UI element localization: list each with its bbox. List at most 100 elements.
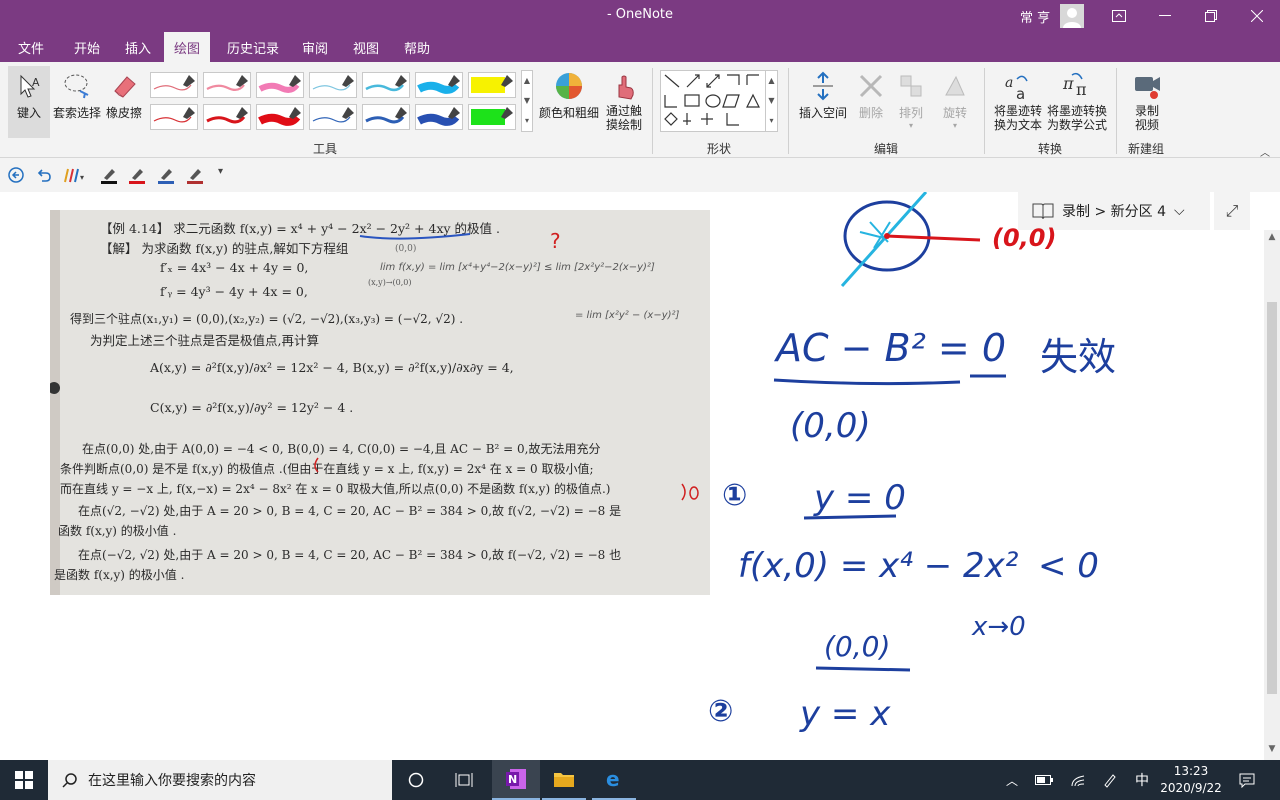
show-hidden-icons[interactable]: ︿ bbox=[1000, 760, 1024, 800]
ink-underline bbox=[815, 666, 911, 672]
ribbon-separator bbox=[788, 68, 789, 154]
start-button[interactable] bbox=[0, 760, 48, 800]
edit-group-label: 编辑 bbox=[874, 142, 899, 156]
file-explorer-icon[interactable] bbox=[542, 760, 586, 800]
pen-gallery-scroll[interactable]: ▲ ▼ ▾ bbox=[521, 70, 533, 132]
pens-dropdown-icon[interactable]: ▾ bbox=[62, 166, 86, 188]
delete-button[interactable]: 删除 bbox=[854, 70, 888, 121]
svg-text:▾: ▾ bbox=[80, 173, 84, 182]
type-button[interactable]: A 键入 bbox=[8, 66, 50, 138]
ink-underline bbox=[773, 374, 1006, 386]
shapes-group-label: 形状 bbox=[707, 142, 732, 156]
tab-history[interactable]: 历史记录 bbox=[225, 38, 281, 57]
video-camera-icon bbox=[1131, 70, 1163, 102]
tab-draw[interactable]: 绘图 bbox=[164, 32, 211, 62]
edge-browser-icon[interactable]: e bbox=[592, 760, 636, 800]
tab-help[interactable]: 帮助 bbox=[402, 38, 432, 57]
ink-to-text-icon: aa bbox=[1002, 70, 1034, 102]
tab-insert[interactable]: 插入 bbox=[123, 38, 153, 57]
pen-yellow-highlighter[interactable] bbox=[468, 72, 516, 98]
scroll-thumb[interactable] bbox=[1267, 302, 1277, 694]
pen-pink-thin[interactable] bbox=[150, 72, 198, 98]
tab-home[interactable]: 开始 bbox=[72, 38, 102, 57]
scroll-up-icon[interactable]: ▲ bbox=[1264, 232, 1280, 246]
touch-draw-button[interactable]: 通过触 摸绘制 bbox=[602, 70, 646, 132]
pen-red-thin[interactable] bbox=[150, 104, 198, 130]
shapes-gallery[interactable]: ▲ ▼ ▾ bbox=[660, 70, 778, 132]
chevron-down-icon[interactable]: ⌵ bbox=[1174, 203, 1185, 219]
vertical-scrollbar[interactable]: ▲ ▼ bbox=[1264, 230, 1280, 760]
pen-red-medium[interactable] bbox=[203, 104, 251, 130]
arrange-button[interactable]: 排列 ▾ bbox=[894, 70, 928, 130]
pen-pink-medium[interactable] bbox=[203, 72, 251, 98]
shapes-scroll[interactable]: ▲ ▼ ▾ bbox=[765, 71, 777, 131]
taskbar: 在这里输入你要搜索的内容 N e ︿ 中 13:23 2020/9/22 bbox=[0, 760, 1280, 800]
scan-annotations: ? bbox=[50, 229, 699, 501]
arrange-icon bbox=[895, 70, 927, 102]
network-icon[interactable] bbox=[1064, 760, 1092, 800]
ribbon-display-icon[interactable] bbox=[1096, 0, 1142, 32]
ime-indicator[interactable]: 中 bbox=[1128, 760, 1156, 800]
ink-limit: x→0 bbox=[972, 612, 1026, 642]
notifications-icon[interactable] bbox=[1232, 760, 1262, 800]
ink-fails: 失效 bbox=[1040, 335, 1117, 379]
shapes-icon bbox=[664, 74, 760, 126]
ink-step-1: ① bbox=[722, 478, 748, 513]
back-icon[interactable] bbox=[8, 167, 24, 187]
ink-to-math-button[interactable]: ππ 将墨迹转换 为数学公式 bbox=[1046, 70, 1108, 132]
pen-workspace-icon[interactable] bbox=[1096, 760, 1124, 800]
user-name[interactable]: 常 亨 bbox=[1020, 7, 1050, 26]
pen-blue-icon[interactable] bbox=[157, 166, 175, 188]
task-view-icon[interactable] bbox=[446, 760, 482, 800]
pen-icon bbox=[153, 75, 195, 91]
restore-icon[interactable] bbox=[1188, 0, 1234, 32]
taskbar-search[interactable]: 在这里输入你要搜索的内容 bbox=[48, 760, 392, 800]
battery-icon[interactable] bbox=[1030, 760, 1058, 800]
collapse-ribbon-icon[interactable]: ︿ bbox=[1260, 144, 1270, 159]
ink-condition: AC − B² = 0 bbox=[776, 326, 1007, 370]
record-video-button[interactable]: 录制 视频 bbox=[1124, 70, 1170, 132]
scroll-down-icon[interactable]: ▼ bbox=[1264, 744, 1280, 758]
pen-black-icon[interactable] bbox=[100, 166, 118, 188]
tab-file[interactable]: 文件 bbox=[16, 38, 46, 57]
scanned-textbook-image[interactable]: 【例 4.14】 求二元函数 f(x,y) = x⁴ + y⁴ − 2x² − … bbox=[50, 210, 710, 595]
pen-icon bbox=[258, 75, 301, 93]
ink-less-zero: < 0 bbox=[1038, 546, 1099, 586]
pen-green-highlighter[interactable] bbox=[468, 104, 516, 130]
tab-review[interactable]: 审阅 bbox=[300, 38, 330, 57]
onenote-taskbar-icon[interactable]: N bbox=[492, 760, 540, 800]
svg-text:π: π bbox=[1062, 74, 1074, 93]
expand-icon[interactable]: ⤢ bbox=[1214, 192, 1250, 230]
color-thickness-button[interactable]: 颜色和粗细 bbox=[538, 70, 600, 121]
highlighter-icon bbox=[471, 107, 513, 125]
pen-red-icon[interactable] bbox=[128, 166, 146, 188]
insert-space-button[interactable]: 插入空间 bbox=[796, 70, 850, 121]
avatar[interactable] bbox=[1060, 4, 1084, 28]
lasso-select-button[interactable]: 套索选择 bbox=[52, 70, 102, 121]
pen-blue-thick[interactable] bbox=[415, 104, 463, 130]
customize-qat-icon[interactable]: ▾ bbox=[218, 166, 223, 177]
pen-cyan-thick[interactable] bbox=[415, 72, 463, 98]
ink-to-text-button[interactable]: aa 将墨迹转 换为文本 bbox=[990, 70, 1046, 132]
ink-function: f(x,0) = x⁴ − 2x² bbox=[738, 546, 1019, 586]
eraser-button[interactable]: 橡皮擦 bbox=[104, 70, 144, 121]
clock[interactable]: 13:23 2020/9/22 bbox=[1158, 763, 1224, 797]
delete-x-icon bbox=[855, 70, 887, 102]
pen-blue-thin[interactable] bbox=[309, 104, 357, 130]
pen-red-thick[interactable] bbox=[256, 104, 304, 130]
touch-hand-icon bbox=[608, 70, 640, 102]
highlighter-icon bbox=[471, 75, 513, 93]
close-icon[interactable] bbox=[1234, 0, 1280, 32]
minimize-icon[interactable] bbox=[1142, 0, 1188, 32]
tab-view[interactable]: 视图 bbox=[351, 38, 381, 57]
pen-lightblue-medium[interactable] bbox=[362, 72, 410, 98]
undo-icon[interactable] bbox=[36, 167, 52, 187]
cortana-icon[interactable] bbox=[398, 760, 434, 800]
rotate-button[interactable]: 旋转 ▾ bbox=[938, 70, 972, 130]
pen-lightblue-thin[interactable] bbox=[309, 72, 357, 98]
pen-pink-thick[interactable] bbox=[256, 72, 304, 98]
pen-darkred-icon[interactable] bbox=[186, 166, 204, 188]
pen-icon bbox=[153, 107, 195, 123]
pen-blue-medium[interactable] bbox=[362, 104, 410, 130]
svg-text:?: ? bbox=[550, 229, 561, 253]
